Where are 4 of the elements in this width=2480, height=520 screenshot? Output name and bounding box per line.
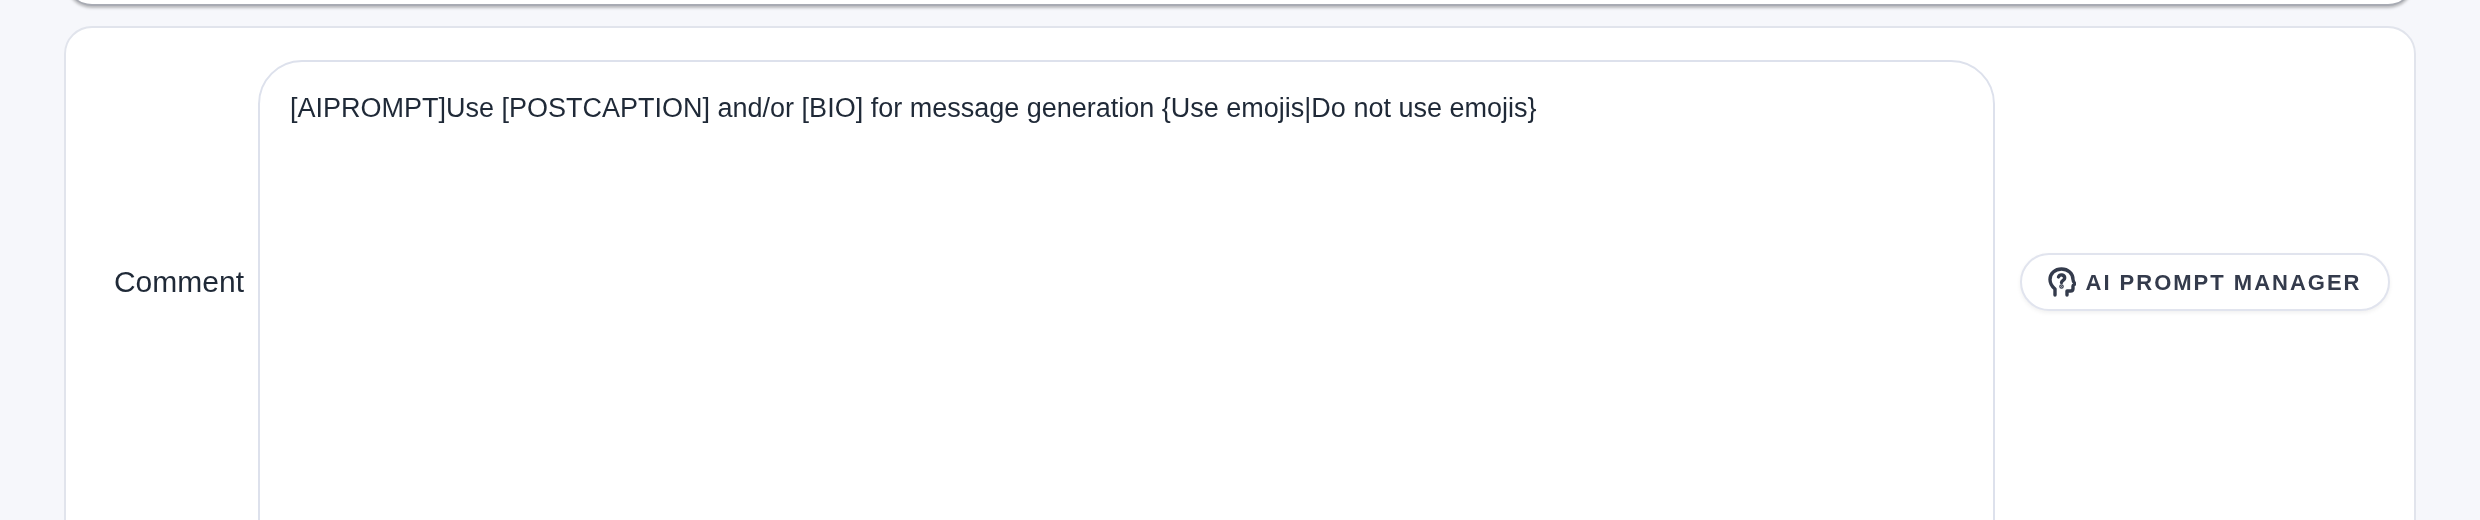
field-label: Comment — [113, 263, 244, 300]
comment-field[interactable]: [AIPROMPT]Use [POSTCAPTION] and/or [BIO] for message generation {Use emojis|Do not use emojis} — [258, 60, 1995, 520]
head-question-icon — [2047, 267, 2076, 297]
ai-prompt-manager-button[interactable]: AI PROMPT MANAGER — [2019, 253, 2390, 311]
